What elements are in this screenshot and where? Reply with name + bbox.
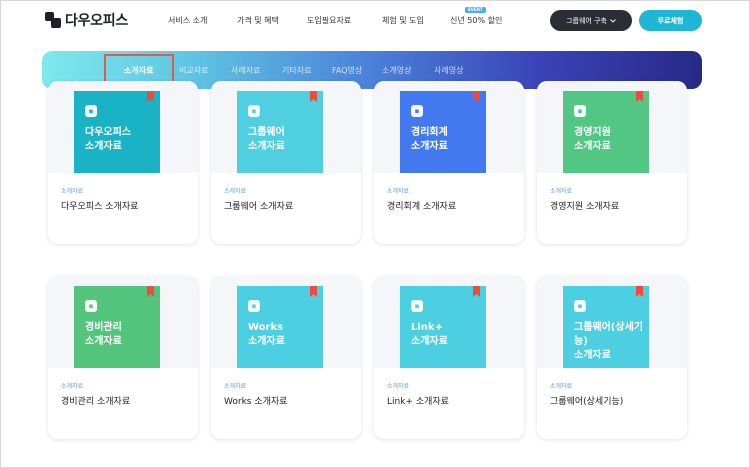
book-cover: ▪ Link+ 소개자료 bbox=[400, 286, 486, 368]
book-title: 경리회계 소개자료 bbox=[411, 127, 448, 152]
nav-item-trial[interactable]: 체험 및 도입 bbox=[382, 15, 424, 26]
card-title: 다우오피스 소개자료 bbox=[61, 202, 139, 212]
card-title: Works 소개자료 bbox=[224, 397, 288, 407]
book-cover: ▪ 경영지원 소개자료 bbox=[563, 91, 649, 173]
card-expense[interactable]: ▪ 경비관리 소개자료 소개자료 경비관리 소개자료 bbox=[48, 276, 198, 439]
card-category: 소개자료 bbox=[387, 188, 410, 195]
bookmark-icon bbox=[636, 91, 643, 102]
app-icon: ▪ bbox=[411, 300, 423, 312]
book-cover: ▪ 경리회계 소개자료 bbox=[400, 91, 486, 173]
book-cover: ▪ Works 소개자료 bbox=[237, 286, 323, 368]
card-category: 소개자료 bbox=[61, 188, 84, 195]
app-icon: ▪ bbox=[85, 300, 97, 312]
bookmark-icon bbox=[310, 91, 317, 102]
card-category: 소개자료 bbox=[224, 383, 247, 390]
book-title: Works 소개자료 bbox=[248, 322, 285, 347]
card-title: 경비관리 소개자료 bbox=[61, 397, 131, 407]
card-category: 소개자료 bbox=[550, 383, 573, 390]
card-title: Link+ 소개자료 bbox=[387, 397, 449, 407]
card-management[interactable]: ▪ 경영지원 소개자료 소개자료 경영지원 소개자료 bbox=[537, 81, 687, 244]
card-title: 그룹웨어(상세기능) bbox=[550, 397, 624, 407]
bookmark-icon bbox=[473, 286, 480, 297]
app-icon: ▪ bbox=[248, 300, 260, 312]
event-badge: EVENT bbox=[465, 7, 486, 13]
logo-icon bbox=[45, 12, 61, 28]
card-category: 소개자료 bbox=[550, 188, 573, 195]
groupware-build-label: 그룹웨어 구축 bbox=[566, 16, 607, 25]
card-daouoffice[interactable]: ▪ 다우오피스 소개자료 소개자료 다우오피스 소개자료 bbox=[48, 81, 198, 244]
bookmark-icon bbox=[147, 91, 154, 102]
book-title: 다우오피스 소개자료 bbox=[85, 127, 131, 152]
book-title: 경비관리 소개자료 bbox=[85, 322, 122, 347]
nav-item-promo[interactable]: 신년 50% 할인 bbox=[450, 15, 502, 26]
book-title: 경영지원 소개자료 bbox=[574, 127, 611, 152]
card-groupware-detail[interactable]: ▪ 그룹웨어(상세기능) 소개자료 소개자료 그룹웨어(상세기능) bbox=[537, 276, 687, 439]
tab-case-video[interactable]: 사례영상 bbox=[434, 65, 463, 76]
app-icon: ▪ bbox=[574, 300, 586, 312]
bookmark-icon bbox=[636, 286, 643, 297]
book-cover: ▪ 다우오피스 소개자료 bbox=[74, 91, 160, 173]
app-icon: ▪ bbox=[248, 105, 260, 117]
book-title: Link+ 소개자료 bbox=[411, 322, 448, 347]
card-link-plus[interactable]: ▪ Link+ 소개자료 소개자료 Link+ 소개자료 bbox=[374, 276, 524, 439]
app-icon: ▪ bbox=[85, 105, 97, 117]
groupware-build-button[interactable]: 그룹웨어 구축 bbox=[550, 10, 632, 31]
page-frame: 다우오피스 서비스 소개 가격 및 혜택 도입필요자료 체험 및 도입 신년 5… bbox=[0, 0, 750, 468]
header: 다우오피스 서비스 소개 가격 및 혜택 도입필요자료 체험 및 도입 신년 5… bbox=[1, 1, 750, 41]
bookmark-icon bbox=[473, 91, 480, 102]
card-groupware[interactable]: ▪ 그룹웨어 소개자료 소개자료 그룹웨어 소개자료 bbox=[211, 81, 361, 244]
bookmark-icon bbox=[147, 286, 154, 297]
bookmark-icon bbox=[310, 286, 317, 297]
tab-other[interactable]: 기타자료 bbox=[282, 65, 311, 76]
tab-cases[interactable]: 사례자료 bbox=[231, 65, 260, 76]
logo-text: 다우오피스 bbox=[65, 13, 128, 29]
tab-faq-video[interactable]: FAQ영상 bbox=[332, 65, 362, 76]
nav-item-service[interactable]: 서비스 소개 bbox=[168, 15, 207, 26]
card-category: 소개자료 bbox=[224, 188, 247, 195]
logo[interactable]: 다우오피스 bbox=[45, 10, 128, 30]
chevron-down-icon bbox=[610, 18, 616, 23]
card-works[interactable]: ▪ Works 소개자료 소개자료 Works 소개자료 bbox=[211, 276, 361, 439]
book-title: 그룹웨어 소개자료 bbox=[248, 127, 285, 152]
book-cover: ▪ 그룹웨어 소개자료 bbox=[237, 91, 323, 173]
card-accounting[interactable]: ▪ 경리회계 소개자료 소개자료 경리회계 소개자료 bbox=[374, 81, 524, 244]
card-title: 그룹웨어 소개자료 bbox=[224, 202, 294, 212]
nav-item-pricing[interactable]: 가격 및 혜택 bbox=[237, 15, 279, 26]
app-icon: ▪ bbox=[411, 105, 423, 117]
tab-compare[interactable]: 비교자료 bbox=[179, 65, 208, 76]
app-icon: ▪ bbox=[574, 105, 586, 117]
book-cover: ▪ 그룹웨어(상세기능) 소개자료 bbox=[563, 286, 649, 368]
free-trial-button[interactable]: 무료체험 bbox=[639, 10, 702, 31]
card-category: 소개자료 bbox=[387, 383, 410, 390]
book-title: 그룹웨어(상세기능) 소개자료 bbox=[574, 322, 643, 361]
book-cover: ▪ 경비관리 소개자료 bbox=[74, 286, 160, 368]
card-category: 소개자료 bbox=[61, 383, 84, 390]
card-title: 경영지원 소개자료 bbox=[550, 202, 620, 212]
card-title: 경리회계 소개자료 bbox=[387, 202, 457, 212]
tab-intro-video[interactable]: 소개영상 bbox=[382, 65, 411, 76]
nav-item-materials[interactable]: 도입필요자료 bbox=[307, 15, 351, 26]
